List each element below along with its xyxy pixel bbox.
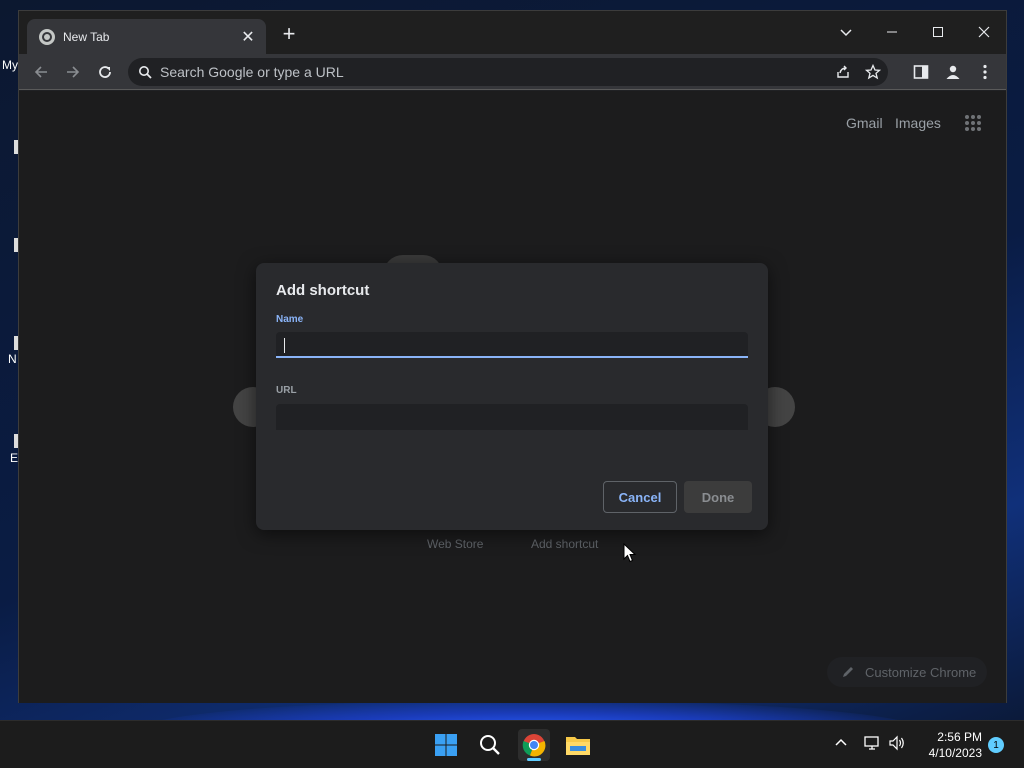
profile-button[interactable] <box>941 60 965 84</box>
clock-time: 2:56 PM <box>937 730 982 744</box>
shortcut-add[interactable]: Add shortcut <box>531 537 598 551</box>
kebab-menu-icon <box>983 64 987 80</box>
name-label: Name <box>276 314 304 325</box>
gmail-link[interactable]: Gmail <box>846 115 883 131</box>
tab-search-button[interactable] <box>823 17 869 47</box>
active-app-indicator <box>527 758 541 761</box>
minimize-button[interactable] <box>869 17 915 47</box>
show-hidden-icons-button[interactable] <box>834 735 848 754</box>
taskbar-search-button[interactable] <box>474 729 506 761</box>
side-panel-icon <box>913 65 929 79</box>
google-apps-icon[interactable] <box>965 115 981 131</box>
text-caret <box>284 338 285 353</box>
dialog-title: Add shortcut <box>276 282 370 299</box>
chevron-up-icon <box>835 738 847 746</box>
share-icon <box>837 65 849 78</box>
add-shortcut-dialog: Add shortcut Name URL Cancel Done <box>256 263 768 530</box>
bookmark-button[interactable] <box>858 60 888 84</box>
forward-arrow-icon <box>67 66 80 78</box>
speaker-icon <box>889 735 904 751</box>
tab-new-tab[interactable]: New Tab ✕ <box>27 19 266 54</box>
taskbar-chrome[interactable] <box>518 729 550 761</box>
search-icon <box>480 735 500 755</box>
omnibox[interactable]: Search Google or type a URL <box>128 58 888 86</box>
omnibox-placeholder[interactable]: Search Google or type a URL <box>160 64 828 80</box>
chrome-logo-icon <box>522 734 546 757</box>
minimize-icon <box>887 31 897 33</box>
search-icon <box>139 66 152 79</box>
tab-title: New Tab <box>63 29 110 44</box>
forward-button[interactable] <box>61 60 85 84</box>
start-button[interactable] <box>430 729 462 761</box>
notification-badge[interactable]: 1 <box>988 737 1004 753</box>
reload-button[interactable] <box>93 60 117 84</box>
clock-date: 4/10/2023 <box>928 746 982 760</box>
windows-logo-icon <box>435 734 457 756</box>
shortcut-web-store[interactable]: Web Store <box>427 537 483 551</box>
desktop-icon-label-1[interactable]: My <box>2 58 18 72</box>
done-button[interactable]: Done <box>684 481 752 513</box>
close-icon <box>978 26 990 38</box>
url-label: URL <box>276 385 297 396</box>
star-icon <box>865 64 881 80</box>
mouse-cursor-icon <box>623 543 637 563</box>
back-arrow-icon <box>34 66 47 78</box>
close-window-button[interactable] <box>961 17 1007 47</box>
share-button[interactable] <box>828 60 858 84</box>
folder-icon <box>566 737 590 755</box>
back-button[interactable] <box>29 60 53 84</box>
desktop-icon-label-3[interactable]: E <box>10 451 18 465</box>
maximize-icon <box>933 27 943 37</box>
system-clock[interactable]: 2:56 PM 4/10/2023 <box>906 729 982 761</box>
maximize-button[interactable] <box>915 17 961 47</box>
images-link[interactable]: Images <box>895 115 941 131</box>
desktop-icon-label-2[interactable]: N <box>8 352 17 366</box>
wallpaper-bloom <box>140 700 920 720</box>
network-icon <box>864 736 879 750</box>
reload-icon <box>99 66 111 78</box>
url-input[interactable] <box>276 404 748 430</box>
chevron-down-icon <box>840 29 852 37</box>
pencil-icon <box>843 667 853 677</box>
cancel-button[interactable]: Cancel <box>603 481 677 513</box>
name-input[interactable] <box>276 332 748 358</box>
customize-chrome-label: Customize Chrome <box>865 664 977 680</box>
taskbar-file-explorer[interactable] <box>562 729 594 761</box>
volume-control[interactable] <box>888 735 906 756</box>
customize-chrome-button[interactable]: Customize Chrome <box>827 657 987 687</box>
toolbar: Search Google or type a URL <box>19 54 1006 90</box>
menu-button[interactable] <box>973 60 997 84</box>
network-status[interactable] <box>864 735 882 756</box>
chrome-favicon-icon <box>39 28 55 45</box>
taskbar: 2:56 PM 4/10/2023 1 <box>0 720 1024 768</box>
tab-close-icon[interactable]: ✕ <box>240 27 256 47</box>
title-bar: New Tab ✕ + <box>19 11 1006 54</box>
side-panel-button[interactable] <box>909 60 933 84</box>
profile-icon <box>946 65 960 79</box>
new-tab-button[interactable]: + <box>277 23 301 45</box>
